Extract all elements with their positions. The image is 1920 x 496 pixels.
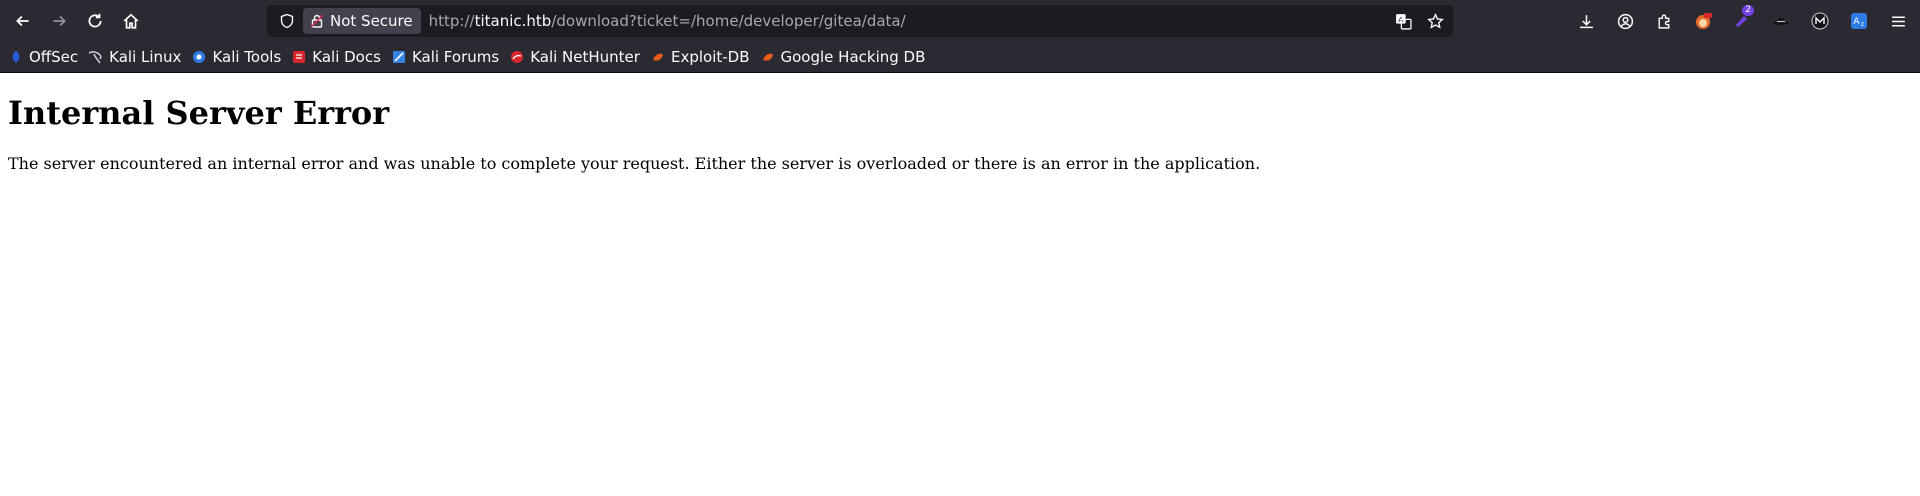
reload-button[interactable] — [77, 3, 113, 39]
downloads-button[interactable] — [1568, 3, 1604, 39]
translate-extension-icon: Az — [1851, 13, 1867, 29]
bookmark-label: Exploit-DB — [670, 48, 750, 66]
reload-icon — [88, 13, 102, 28]
wappalyzer-extension-button[interactable] — [1802, 3, 1838, 39]
bookmark-label: OffSec — [29, 48, 79, 66]
fox-icon — [1696, 13, 1712, 29]
bookmark-label: Kali NetHunter — [530, 48, 640, 66]
hamburger-menu-icon — [1891, 15, 1905, 27]
shield-icon — [280, 13, 294, 29]
svg-text:z: z — [1861, 21, 1864, 28]
bookmark-kali-tools[interactable]: Kali Tools — [191, 48, 281, 66]
security-indicator[interactable]: Not Secure — [303, 8, 421, 34]
browser-toolbar: Not Secure http://titanic.htb/download?t… — [0, 0, 1920, 42]
url-path: /download?ticket=/home/developer/gitea/d… — [551, 12, 906, 30]
download-icon — [1579, 14, 1593, 28]
forward-button[interactable] — [41, 3, 77, 39]
address-bar[interactable]: Not Secure http://titanic.htb/download?t… — [267, 5, 1453, 37]
bookmark-offsec[interactable]: OffSec — [8, 48, 78, 66]
urlbar-actions: A — [1391, 5, 1447, 37]
url-scheme: http:// — [428, 12, 475, 30]
hat-icon — [1773, 18, 1789, 25]
bookmark-label: Kali Forums — [411, 48, 500, 66]
app-menu-button[interactable] — [1880, 3, 1916, 39]
bookmark-kali-nethunter[interactable]: Kali NetHunter — [509, 48, 640, 66]
bookmark-label: Kali Docs — [312, 48, 381, 66]
extension-badge: 2 — [1742, 5, 1754, 16]
svg-text:A: A — [1853, 17, 1860, 27]
bookmark-kali-docs[interactable]: Kali Docs — [291, 48, 381, 66]
translator-extension-button[interactable]: Az — [1841, 3, 1877, 39]
forward-arrow-icon — [53, 15, 66, 27]
kali-tools-icon — [191, 49, 207, 65]
back-arrow-icon — [16, 15, 29, 27]
page-title: Internal Server Error — [8, 94, 390, 132]
bookmark-kali-linux[interactable]: Kali Linux — [88, 48, 181, 66]
translate-icon: A — [1395, 13, 1412, 30]
back-button[interactable] — [5, 3, 41, 39]
bookmarks-toolbar: OffSec Kali Linux Kali Tools Kali Docs K… — [0, 42, 1920, 73]
exploit-db-icon — [650, 49, 666, 65]
kali-forums-icon — [391, 49, 407, 65]
translate-button[interactable]: A — [1391, 9, 1415, 33]
account-icon — [1617, 13, 1633, 29]
error-message: The server encountered an internal error… — [8, 154, 1261, 173]
tracking-protection-button[interactable] — [273, 13, 301, 29]
bookmark-label: Google Hacking DB — [780, 48, 926, 66]
url-host: titanic.htb — [474, 12, 552, 30]
bookmark-google-hacking-db[interactable]: Google Hacking DB — [760, 48, 926, 66]
page-content: Internal Server Error The server encount… — [0, 94, 1920, 173]
bookmark-star-button[interactable] — [1423, 9, 1447, 33]
kali-docs-icon — [291, 49, 307, 65]
kali-nethunter-icon — [509, 49, 525, 65]
hacktools-extension-button[interactable]: 2 — [1724, 3, 1760, 39]
bookmark-kali-forums[interactable]: Kali Forums — [391, 48, 499, 66]
offsec-icon — [8, 49, 24, 65]
home-button[interactable] — [113, 3, 149, 39]
m-logo-icon — [1811, 12, 1829, 30]
kali-dragon-icon — [88, 49, 104, 65]
hat-extension-button[interactable] — [1763, 3, 1799, 39]
bookmark-exploit-db[interactable]: Exploit-DB — [650, 48, 750, 66]
toolbar-right: 2 Az — [1568, 3, 1916, 39]
bookmark-label: Kali Linux — [109, 48, 182, 66]
insecure-lock-icon — [310, 14, 324, 28]
account-button[interactable] — [1607, 3, 1643, 39]
url-text[interactable]: http://titanic.htb/download?ticket=/home… — [429, 12, 906, 30]
star-icon — [1426, 12, 1444, 29]
security-label: Not Secure — [330, 12, 413, 30]
google-hacking-db-icon — [760, 49, 776, 65]
home-icon — [123, 13, 139, 29]
foxyproxy-extension-button[interactable] — [1685, 3, 1721, 39]
extensions-button[interactable] — [1646, 3, 1682, 39]
bookmark-label: Kali Tools — [212, 48, 282, 66]
extensions-icon — [1657, 14, 1669, 29]
